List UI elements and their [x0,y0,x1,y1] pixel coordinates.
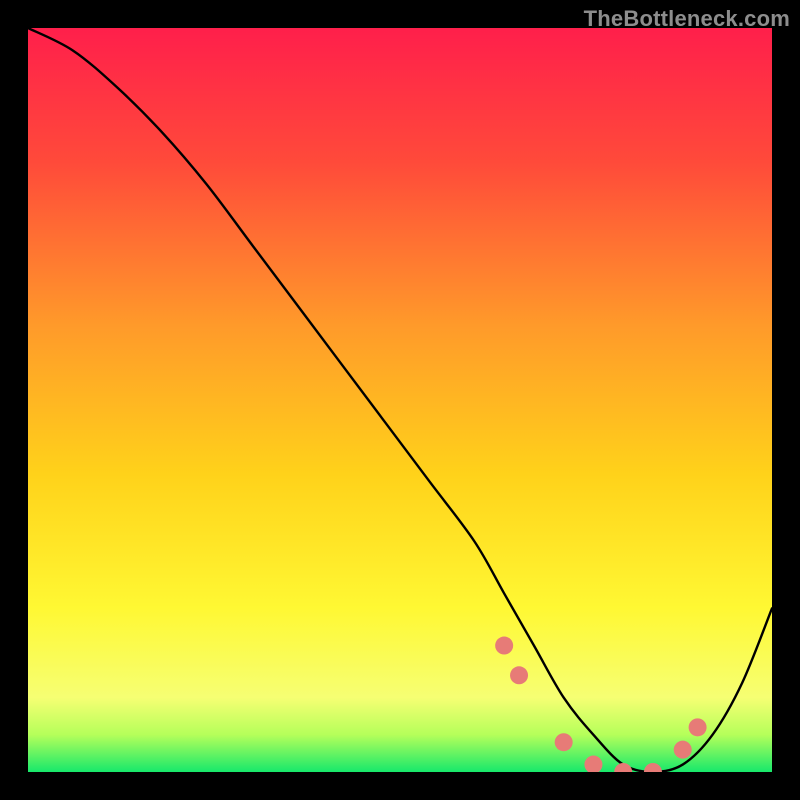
data-marker [689,718,707,736]
data-marker [510,666,528,684]
data-marker [495,637,513,655]
plot-area [28,28,772,772]
watermark-text: TheBottleneck.com [584,6,790,32]
chart-frame: TheBottleneck.com [0,0,800,800]
gradient-background [28,28,772,772]
data-marker [555,733,573,751]
data-marker [674,741,692,759]
bottleneck-curve-chart [28,28,772,772]
